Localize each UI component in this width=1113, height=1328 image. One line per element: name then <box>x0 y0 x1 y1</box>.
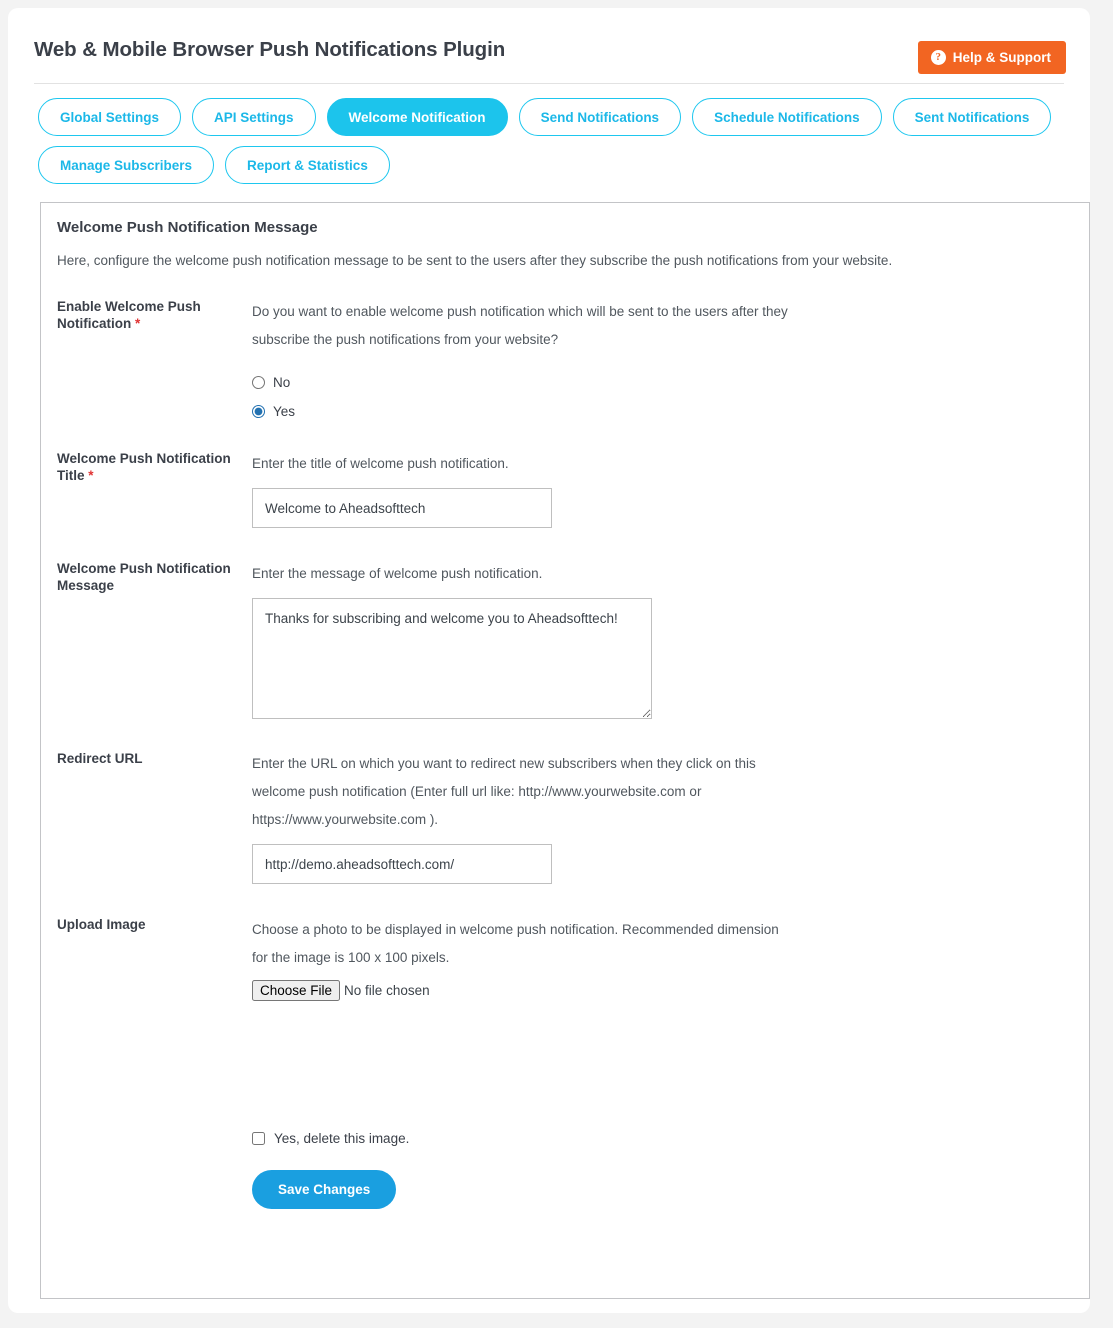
delete-image-checkbox[interactable] <box>252 1132 265 1145</box>
save-button-wrap: Save Changes <box>41 1170 1089 1209</box>
tab-manage-subscribers[interactable]: Manage Subscribers <box>38 146 215 184</box>
help-and-support-label: Help & Support <box>952 49 1051 65</box>
page-title: Web & Mobile Browser Push Notifications … <box>34 38 506 61</box>
description-notification-title: Enter the title of welcome push notifica… <box>252 456 509 471</box>
label-upload-image-text: Upload Image <box>57 917 146 932</box>
field-upload-image: Choose a photo to be displayed in welcom… <box>236 916 1089 1131</box>
delete-image-label[interactable]: Yes, delete this image. <box>274 1131 409 1146</box>
label-redirect-url-text: Redirect URL <box>57 751 143 766</box>
upload-image-file-row <box>252 980 1089 1001</box>
description-notification-message: Enter the message of welcome push notifi… <box>252 566 543 581</box>
help-and-support-button[interactable]: ? Help & Support <box>917 41 1066 74</box>
tab-send-notifications[interactable]: Send Notifications <box>518 98 682 136</box>
radio-option-yes[interactable]: Yes <box>252 397 1089 426</box>
description-enable-welcome-push: Do you want to enable welcome push notif… <box>252 304 788 347</box>
header-divider <box>34 83 1064 84</box>
upload-image-file-input[interactable] <box>252 980 508 1001</box>
required-marker: * <box>135 316 141 331</box>
row-enable-welcome-push: Enable Welcome Push Notification * Do yo… <box>41 298 1089 450</box>
tab-sent-notifications[interactable]: Sent Notifications <box>892 98 1052 136</box>
welcome-notification-panel: Welcome Push Notification Message Here, … <box>40 202 1090 1299</box>
radio-group-enable-welcome-push: No Yes <box>252 368 1089 426</box>
question-mark-circle-icon: ? <box>930 50 946 65</box>
radio-label-yes[interactable]: Yes <box>273 404 295 419</box>
label-enable-welcome-push-text: Enable Welcome Push Notification <box>57 299 201 331</box>
welcome-notification-form: Enable Welcome Push Notification * Do yo… <box>41 298 1089 1209</box>
field-redirect-url: Enter the URL on which you want to redir… <box>236 750 1089 916</box>
plugin-page-card: Web & Mobile Browser Push Notifications … <box>8 8 1090 1313</box>
radio-input-no[interactable] <box>252 376 265 389</box>
label-redirect-url: Redirect URL <box>41 750 236 916</box>
row-upload-image: Upload Image Choose a photo to be displa… <box>41 916 1089 1131</box>
field-notification-message: Enter the message of welcome push notifi… <box>236 560 1089 750</box>
page-header: Web & Mobile Browser Push Notifications … <box>8 8 1090 84</box>
field-notification-title: Enter the title of welcome push notifica… <box>236 450 1089 560</box>
radio-label-no[interactable]: No <box>273 375 290 390</box>
description-upload-image: Choose a photo to be displayed in welcom… <box>252 922 779 965</box>
tab-bar: Global Settings API Settings Welcome Not… <box>38 98 1068 184</box>
label-notification-title-text: Welcome Push Notification Title <box>57 451 231 483</box>
radio-option-no[interactable]: No <box>252 368 1089 397</box>
radio-input-yes[interactable] <box>252 405 265 418</box>
tab-global-settings[interactable]: Global Settings <box>38 98 182 136</box>
description-redirect-url: Enter the URL on which you want to redir… <box>252 756 756 827</box>
tab-api-settings[interactable]: API Settings <box>192 98 316 136</box>
field-enable-welcome-push: Do you want to enable welcome push notif… <box>236 298 1089 450</box>
tab-schedule-notifications[interactable]: Schedule Notifications <box>692 98 882 136</box>
label-notification-message: Welcome Push Notification Message <box>41 560 236 750</box>
row-redirect-url: Redirect URL Enter the URL on which you … <box>41 750 1089 916</box>
label-notification-title: Welcome Push Notification Title * <box>41 450 236 560</box>
row-notification-message: Welcome Push Notification Message Enter … <box>41 560 1089 750</box>
panel-title: Welcome Push Notification Message <box>57 219 318 236</box>
required-marker: * <box>88 468 94 483</box>
label-notification-message-text: Welcome Push Notification Message <box>57 561 231 593</box>
notification-title-input[interactable] <box>252 488 552 528</box>
panel-description: Here, configure the welcome push notific… <box>57 253 893 268</box>
delete-image-row: Yes, delete this image. <box>41 1131 1089 1146</box>
tab-welcome-notification[interactable]: Welcome Notification <box>326 98 508 136</box>
redirect-url-input[interactable] <box>252 844 552 884</box>
label-upload-image: Upload Image <box>41 916 236 1131</box>
tab-report-and-statistics[interactable]: Report & Statistics <box>225 146 390 184</box>
save-changes-button[interactable]: Save Changes <box>252 1170 397 1209</box>
notification-message-textarea[interactable]: Thanks for subscribing and welcome you t… <box>252 598 652 719</box>
label-enable-welcome-push: Enable Welcome Push Notification * <box>41 298 236 450</box>
row-notification-title: Welcome Push Notification Title * Enter … <box>41 450 1089 560</box>
